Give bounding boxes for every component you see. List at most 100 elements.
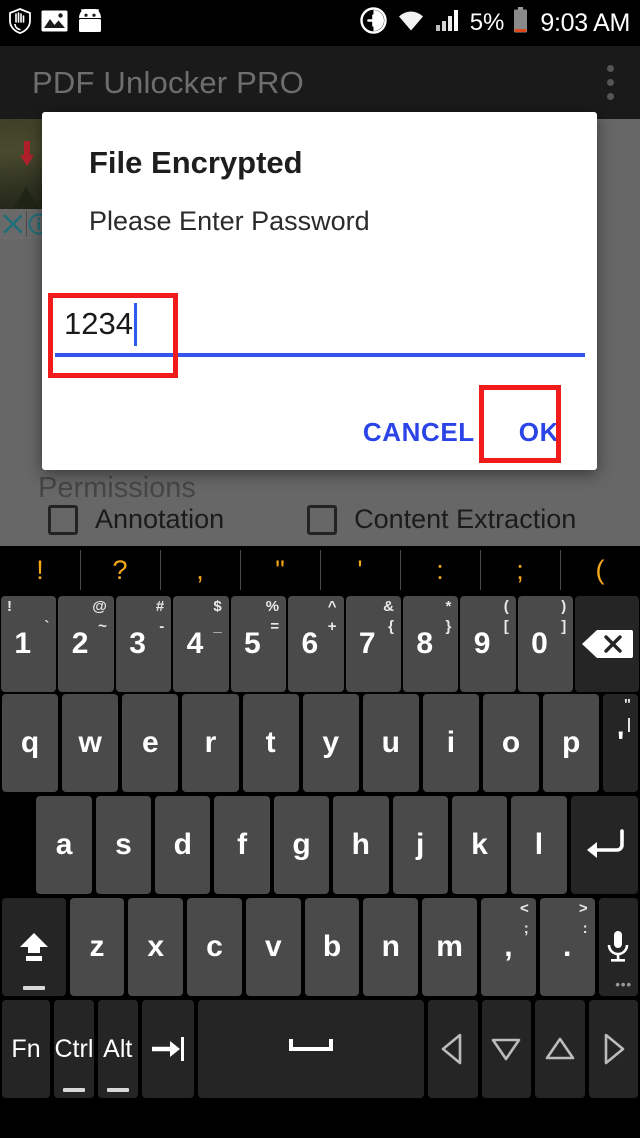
dialog-title: File Encrypted <box>89 145 303 180</box>
key-5[interactable]: % = 5 <box>230 596 287 692</box>
key-q[interactable]: q <box>2 694 59 792</box>
key-r[interactable]: r <box>182 694 239 792</box>
key-g[interactable]: g <box>273 796 330 894</box>
key-7[interactable]: & {7 <box>345 596 401 692</box>
enter-icon[interactable] <box>570 796 639 894</box>
key-more-indicator: ••• <box>615 977 633 992</box>
suggestion-key[interactable]: ! <box>0 546 80 594</box>
key-z[interactable]: z <box>69 898 125 996</box>
key-1[interactable]: ! ` 1 <box>1 596 57 692</box>
cancel-button[interactable]: CANCEL <box>363 417 475 448</box>
key-3[interactable]: # -3 <box>115 596 172 692</box>
key-i[interactable]: i <box>422 694 479 792</box>
key-m[interactable]: m <box>422 898 478 996</box>
arrow-down-icon[interactable] <box>481 1000 532 1098</box>
key-superscript-alt: [ <box>503 618 509 635</box>
permission-checkbox-content-extraction[interactable]: Content Extraction <box>307 504 576 535</box>
arrow-left-icon[interactable] <box>428 1000 478 1098</box>
status-bar-left-icons <box>8 6 103 39</box>
key-0[interactable]: )] 0 <box>517 596 574 692</box>
key-9[interactable]: ([9 <box>460 596 516 692</box>
key-label: . <box>563 930 572 963</box>
key-d[interactable]: d <box>155 796 211 894</box>
key-8[interactable]: *} 8 <box>402 596 459 692</box>
permission-checkbox-annotation[interactable]: Annotation <box>48 504 224 535</box>
key-label: i <box>446 726 456 759</box>
key-label: d <box>173 828 192 861</box>
permissions-heading: Permissions <box>38 472 196 504</box>
key-a[interactable]: a <box>36 796 92 894</box>
key-j[interactable]: j <box>392 796 448 894</box>
key-superscript: ( <box>503 598 509 615</box>
key-f[interactable]: f <box>214 796 270 894</box>
suggestion-key[interactable]: " <box>240 546 320 594</box>
key-comma[interactable]: <;, <box>481 898 536 996</box>
keyboard-row-numbers: ! ` 1 @ ~2 # -3 $ _ 4 % = 5 ^ +6 & {7 *} 8 ([9 )] 0 <box>0 596 640 692</box>
key-superscript: ^ <box>327 598 337 615</box>
more-vert-icon[interactable] <box>607 65 614 100</box>
key-label: Fn <box>11 1034 41 1063</box>
key-label: p <box>562 726 581 759</box>
key-superscript-alt: ; <box>523 920 529 937</box>
close-icon[interactable] <box>0 209 26 239</box>
key-t[interactable]: t <box>242 694 299 792</box>
key-label: w <box>78 726 102 759</box>
checkbox-icon[interactable] <box>48 504 78 535</box>
thumbnail-decoration <box>10 187 42 209</box>
key-label: n <box>381 930 400 963</box>
key-6[interactable]: ^ +6 <box>288 596 344 692</box>
space-indicator <box>289 1039 334 1051</box>
row-spacer <box>2 796 32 894</box>
key-label: z <box>89 930 105 963</box>
shift-icon[interactable] <box>2 898 66 996</box>
key-superscript-alt: _ <box>213 618 222 635</box>
key-label: 1 <box>14 627 32 660</box>
key-fn[interactable]: Fn <box>2 1000 51 1098</box>
key-label: m <box>436 930 463 963</box>
arrow-right-icon[interactable] <box>588 1000 639 1098</box>
key-c[interactable]: c <box>187 898 242 996</box>
microphone-icon[interactable]: ••• <box>598 898 639 996</box>
keyboard-row-q: q w e r t y u i o p " | ' <box>0 694 640 792</box>
key-4[interactable]: $ _ 4 <box>173 596 229 692</box>
key-ctrl[interactable]: Ctrl <box>54 1000 94 1098</box>
key-label: v <box>264 930 282 963</box>
key-b[interactable]: b <box>304 898 360 996</box>
key-label: s <box>115 828 132 861</box>
suggestion-key[interactable]: , <box>160 546 240 594</box>
key-label: e <box>141 726 159 759</box>
key-n[interactable]: n <box>363 898 419 996</box>
suggestion-key[interactable]: ' <box>320 546 400 594</box>
key-o[interactable]: o <box>483 694 540 792</box>
key-label: ' <box>617 726 625 759</box>
suggestion-key[interactable]: ( <box>560 546 640 594</box>
key-u[interactable]: u <box>362 694 419 792</box>
key-v[interactable]: v <box>245 898 301 996</box>
suggestion-key[interactable]: ; <box>480 546 560 594</box>
key-l[interactable]: l <box>511 796 567 894</box>
key-e[interactable]: e <box>122 694 179 792</box>
checkbox-icon[interactable] <box>307 504 338 535</box>
key-indicator <box>106 1088 129 1092</box>
key-w[interactable]: w <box>62 694 119 792</box>
suggestion-key[interactable]: : <box>400 546 480 594</box>
key-superscript-alt: ] <box>561 618 567 635</box>
key-x[interactable]: x <box>128 898 184 996</box>
key-space[interactable] <box>197 1000 425 1098</box>
backspace-icon[interactable] <box>575 596 639 692</box>
key-s[interactable]: s <box>95 796 152 894</box>
key-p[interactable]: p <box>543 694 600 792</box>
key-h[interactable]: h <box>333 796 389 894</box>
key-2[interactable]: @ ~2 <box>58 596 114 692</box>
suggestion-key[interactable]: ? <box>80 546 160 594</box>
arrow-up-icon[interactable] <box>535 1000 585 1098</box>
tab-icon[interactable] <box>141 1000 194 1098</box>
key-label: b <box>322 930 342 963</box>
key-alt[interactable]: Alt <box>97 1000 138 1098</box>
key-k[interactable]: k <box>451 796 508 894</box>
key-apostrophe[interactable]: " | ' <box>603 694 639 792</box>
annotation-box-ok-button <box>479 385 561 463</box>
key-superscript-alt: + <box>327 618 337 635</box>
key-period[interactable]: >:. <box>539 898 595 996</box>
key-y[interactable]: y <box>302 694 359 792</box>
